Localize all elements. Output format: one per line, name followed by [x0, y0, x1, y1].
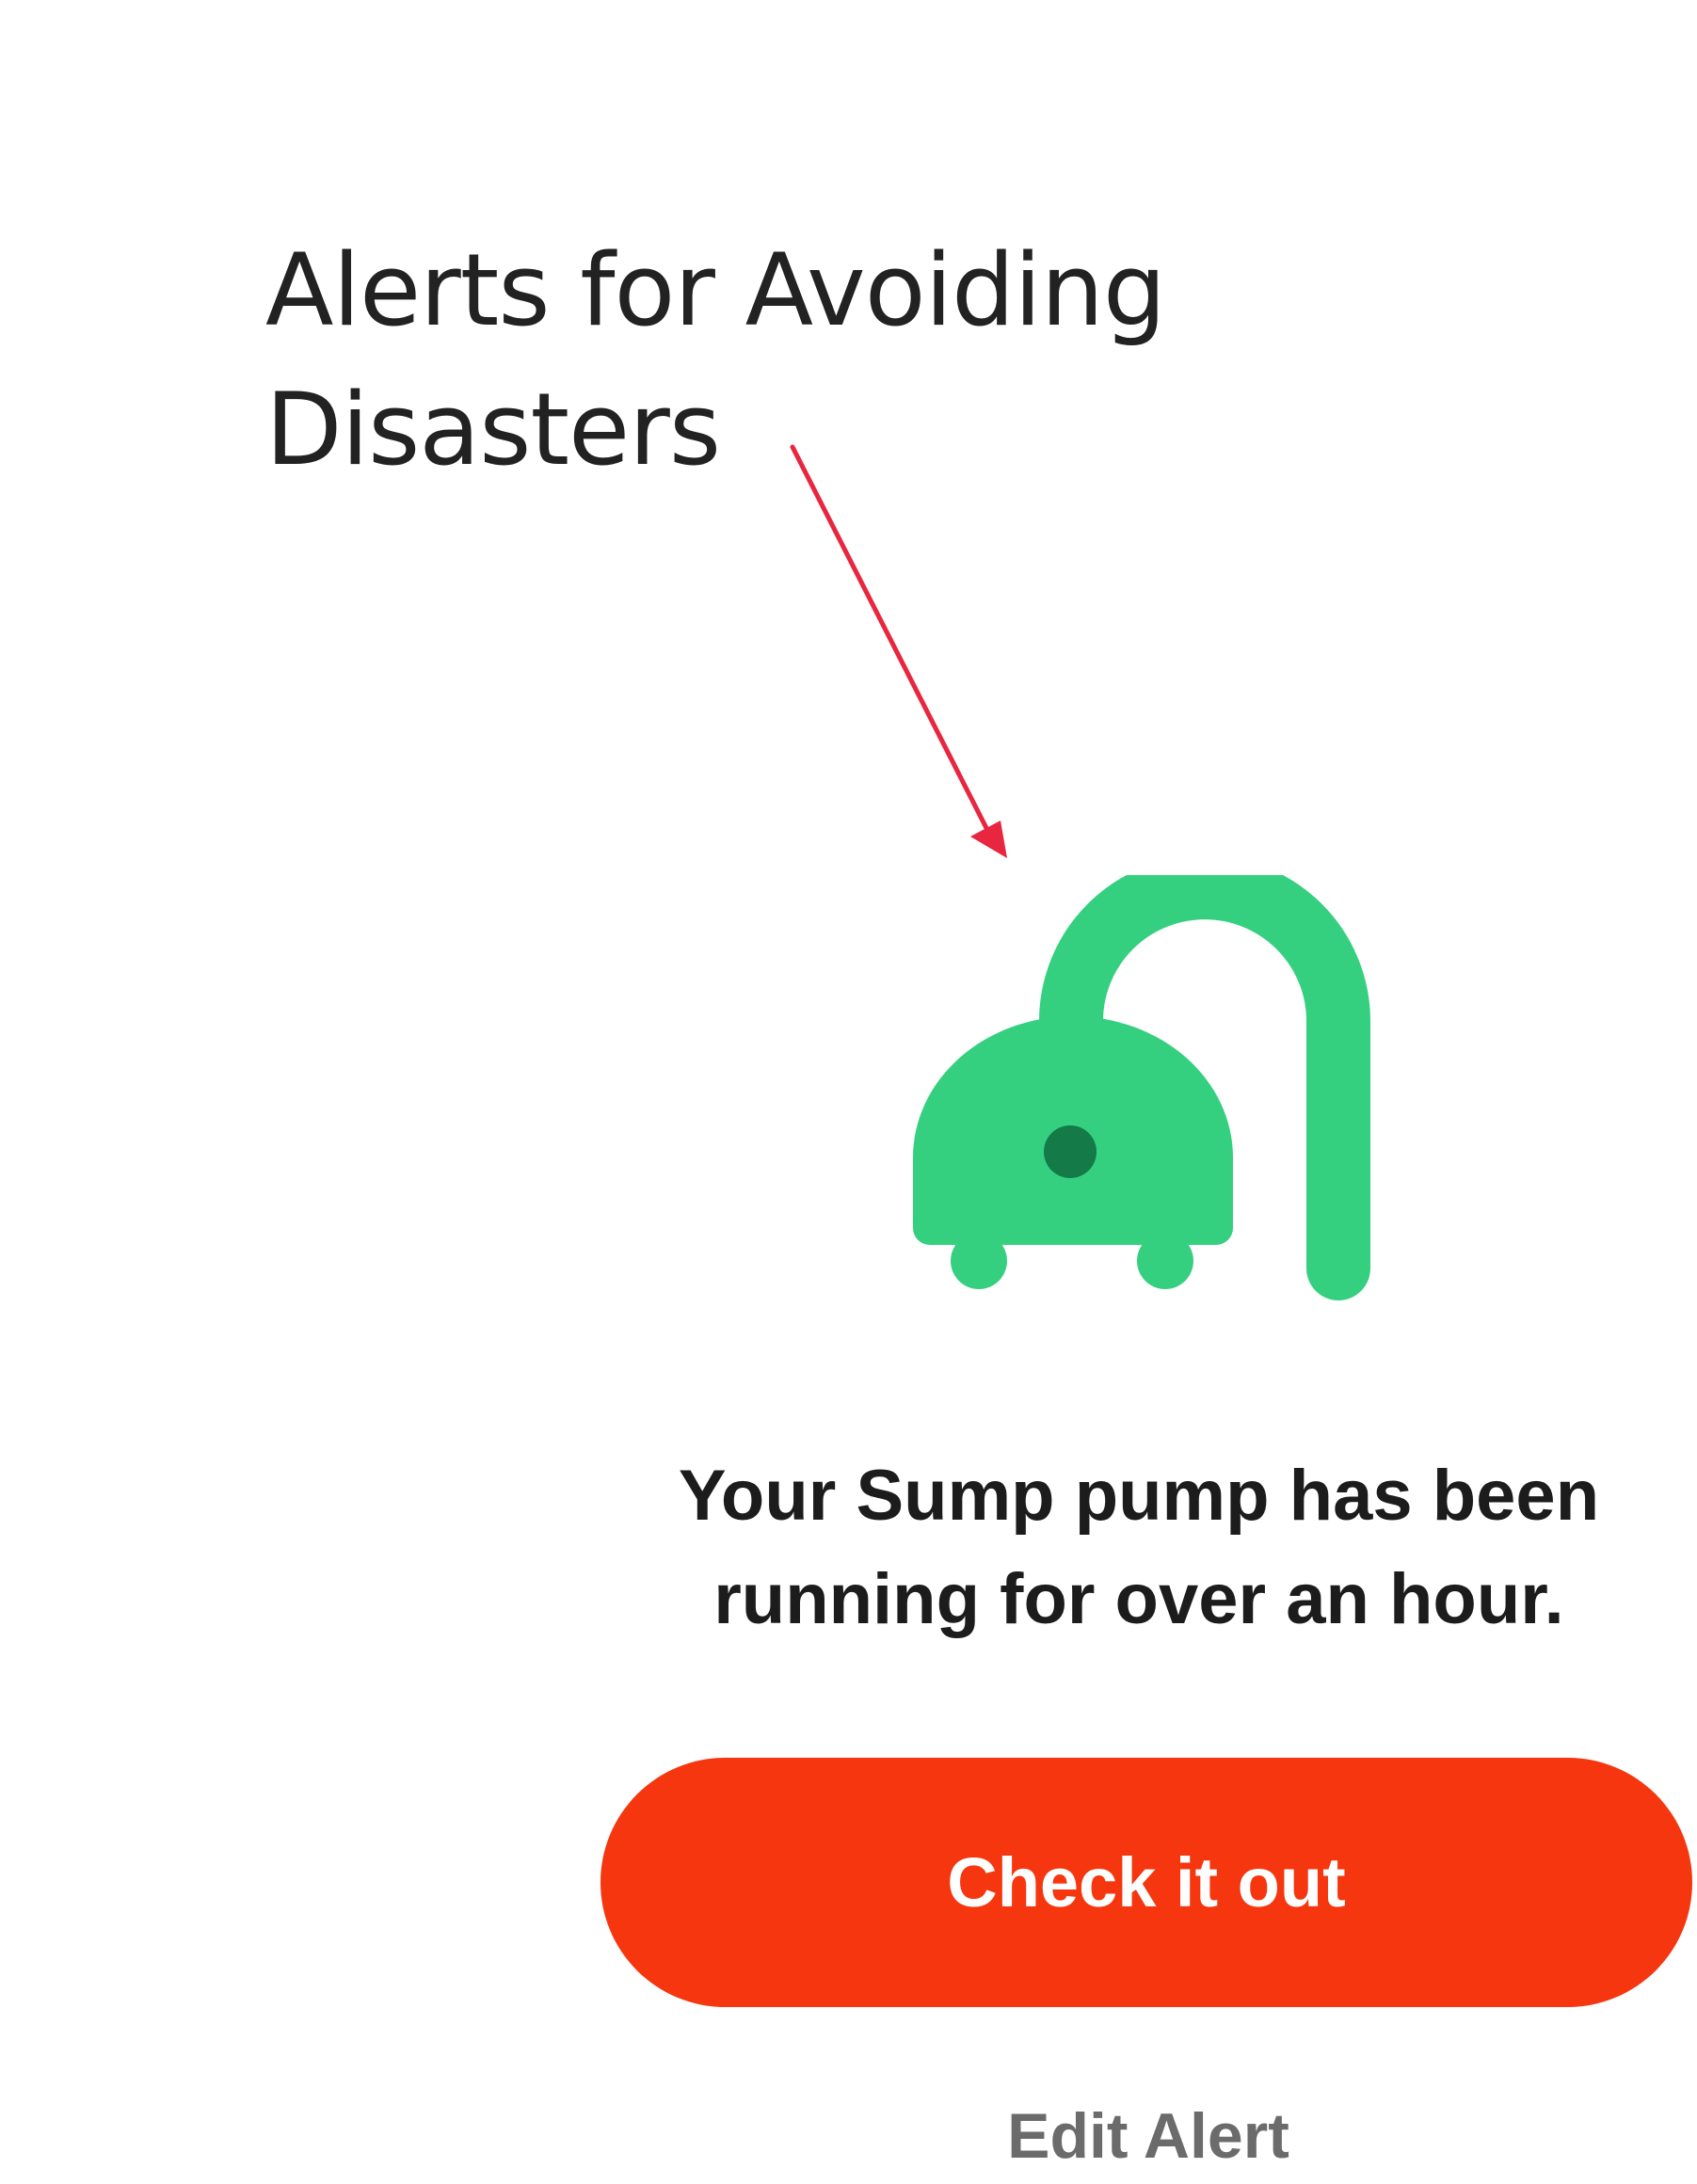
indicator-dot-icon: [1044, 1125, 1097, 1178]
annotation-title: Alerts for Avoiding Disasters: [265, 221, 1301, 500]
edit-alert-link[interactable]: Edit Alert: [847, 2094, 1449, 2178]
check-it-out-label: Check it out: [947, 1843, 1346, 1921]
alert-message-line-2: running for over an hour.: [713, 1559, 1564, 1639]
annotation-title-line-2: Disasters: [265, 372, 721, 487]
annotation-title-line-1: Alerts for Avoiding: [265, 232, 1166, 348]
sump-pump-icon: [913, 875, 1370, 1300]
alert-message-line-1: Your Sump pump has been: [678, 1456, 1600, 1536]
alert-message: Your Sump pump has been running for over…: [602, 1444, 1675, 1651]
check-it-out-button[interactable]: Check it out: [600, 1758, 1692, 2007]
